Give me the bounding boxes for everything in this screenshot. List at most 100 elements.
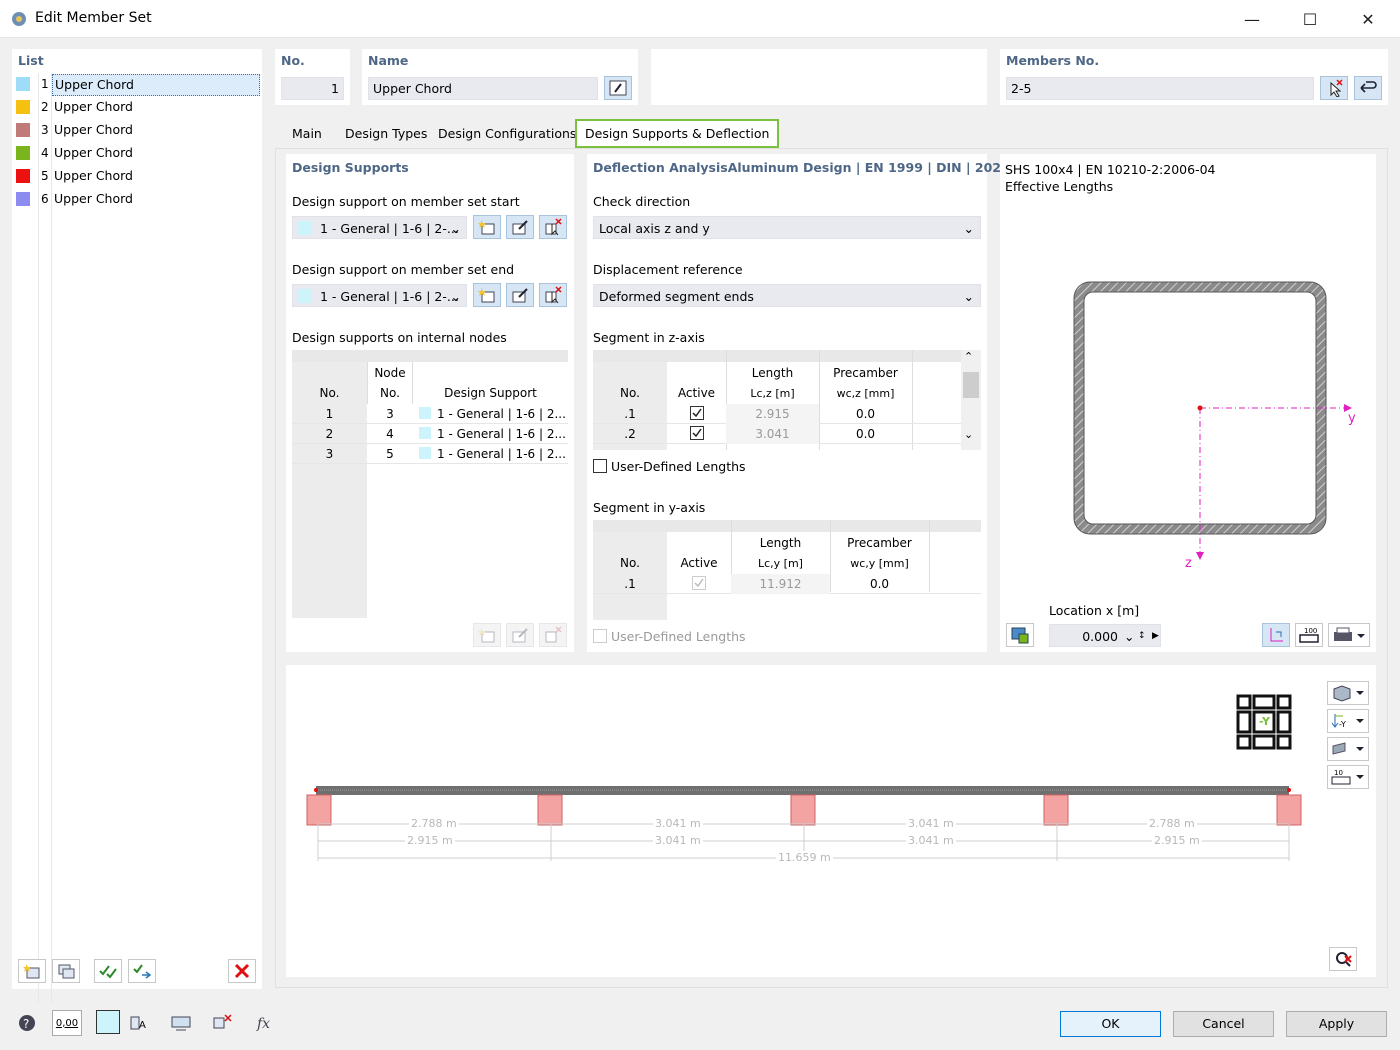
tab-design-supports-deflection[interactable]: Design Supports & Deflection — [575, 119, 779, 148]
row-precamber[interactable]: 0.0 — [819, 407, 912, 421]
dimension-icon[interactable]: 100 — [1295, 623, 1323, 647]
display-icon[interactable] — [166, 1010, 196, 1036]
maximize-button[interactable]: ☐ — [1287, 0, 1333, 38]
list-item[interactable]: 4 Upper Chord — [12, 142, 260, 164]
new-support-icon[interactable] — [473, 283, 501, 307]
list-item[interactable]: 5 Upper Chord — [12, 165, 260, 187]
list-item[interactable]: 2 Upper Chord — [12, 96, 260, 118]
display-mode-icon[interactable] — [1327, 737, 1369, 761]
new-support-icon — [473, 623, 501, 647]
next-icon[interactable]: ▶ — [1152, 625, 1159, 648]
end-support-select[interactable]: 1 - General | 1-6 | 2-...⌄ — [292, 284, 467, 307]
list-item-label: Upper Chord — [52, 189, 260, 211]
pick-support-icon[interactable] — [539, 215, 567, 239]
ok-button[interactable]: OK — [1060, 1011, 1161, 1037]
check-all-icon[interactable] — [94, 959, 122, 983]
user-defined-z-checkbox[interactable] — [593, 459, 607, 473]
edit-name-icon[interactable] — [604, 76, 632, 100]
new-set-icon[interactable] — [18, 959, 46, 983]
location-value: 0.000 — [1082, 629, 1118, 644]
row-precamber[interactable]: 0.0 — [830, 577, 929, 591]
chevron-up-icon[interactable]: ⌃ — [964, 350, 973, 363]
active-checkbox[interactable] — [690, 426, 704, 440]
list-item[interactable]: 3 Upper Chord — [12, 119, 260, 141]
row-length: 11.912 — [731, 574, 830, 594]
apply-button[interactable]: Apply — [1286, 1011, 1387, 1037]
new-support-icon[interactable] — [473, 215, 501, 239]
view-direction-icon[interactable]: -Y — [1327, 709, 1369, 733]
dimension-label: 2.915 m — [405, 834, 455, 847]
help-icon[interactable]: ? — [12, 1010, 42, 1036]
color-swatch[interactable] — [96, 1010, 120, 1034]
section-info-icon[interactable] — [1006, 623, 1034, 647]
list-item[interactable]: 1 Upper Chord — [12, 73, 260, 95]
chevron-down-icon: ⌄ — [964, 217, 974, 240]
view-direction-label: -Y — [1259, 715, 1270, 728]
view-3d-icon[interactable] — [1327, 681, 1369, 705]
dimension-label: 3.041 m — [653, 817, 703, 830]
user-defined-z[interactable]: User-Defined Lengths — [593, 459, 746, 476]
delete-icon[interactable] — [228, 959, 256, 983]
cancel-button[interactable]: Cancel — [1173, 1011, 1274, 1037]
row-number: 1 — [292, 407, 367, 421]
close-button[interactable]: ✕ — [1345, 0, 1391, 38]
name-panel: Name Upper Chord — [362, 49, 638, 105]
svg-text:-Y: -Y — [1339, 720, 1346, 729]
edit-support-icon[interactable] — [506, 283, 534, 307]
formula-icon[interactable]: fx — [250, 1010, 280, 1036]
design-supports-title: Design Supports — [292, 160, 409, 175]
chevron-down-icon[interactable]: ⌄ — [964, 428, 973, 441]
active-checkbox[interactable] — [690, 406, 704, 420]
print-icon[interactable] — [1328, 623, 1370, 647]
row-number: .1 — [593, 407, 667, 421]
table-row[interactable]: 1 3 1 - General | 1-6 | 2... — [292, 404, 568, 424]
chevron-down-icon[interactable]: ⌄ — [1124, 625, 1134, 648]
support-color — [419, 427, 431, 439]
check-direction-select[interactable]: Local axis z and y⌄ — [593, 216, 981, 239]
user-defined-y-checkbox[interactable] — [593, 629, 607, 643]
row-precamber[interactable]: 0.0 — [819, 427, 912, 441]
tab-design-types[interactable]: Design Types — [337, 121, 435, 147]
coordinate-system-icon[interactable] — [1262, 623, 1290, 647]
z-table-scrollbar[interactable]: ⌃ ⌄ — [961, 350, 981, 450]
row-design-support: 1 - General | 1-6 | 2... — [437, 447, 566, 461]
tab-main[interactable]: Main — [284, 121, 330, 147]
name-field[interactable]: Upper Chord — [368, 77, 598, 100]
list-item[interactable]: 6 Upper Chord — [12, 188, 260, 210]
toggle-check-icon[interactable] — [128, 959, 156, 983]
minimize-button[interactable]: — — [1229, 0, 1275, 38]
cross-section-drawing — [1060, 272, 1380, 572]
col-header-lcy: Lc,y [m] — [731, 557, 830, 570]
units-button[interactable]: 0,00 — [52, 1010, 82, 1036]
select-icon[interactable] — [208, 1010, 238, 1036]
scroll-thumb[interactable] — [963, 372, 979, 398]
reverse-icon[interactable] — [1354, 76, 1382, 100]
spin-icon[interactable]: ↕ — [1138, 625, 1146, 648]
end-support-label: Design support on member set end — [292, 262, 514, 277]
user-defined-y[interactable]: User-Defined Lengths — [593, 629, 746, 646]
pick-support-icon[interactable] — [539, 283, 567, 307]
dimension-label: 3.041 m — [906, 834, 956, 847]
displacement-reference-select[interactable]: Deformed segment ends⌄ — [593, 284, 981, 307]
number-field[interactable]: 1 — [281, 77, 344, 100]
table-row[interactable]: .1 11.912 0.0 — [593, 574, 981, 594]
table-row[interactable]: 3 5 1 - General | 1-6 | 2... — [292, 444, 568, 464]
list-item-label: Upper Chord — [52, 74, 260, 96]
reset-view-icon[interactable] — [1329, 947, 1357, 971]
members-field[interactable]: 2-5 — [1006, 77, 1314, 100]
list-item-color — [16, 169, 30, 183]
pick-members-icon[interactable] — [1320, 76, 1348, 100]
row-number: .1 — [593, 577, 667, 591]
col-header-design-support: Design Support — [413, 386, 568, 400]
start-support-select[interactable]: 1 - General | 1-6 | 2-...⌄ — [292, 216, 467, 239]
dimension-toggle-icon[interactable]: 10 — [1327, 765, 1369, 789]
tab-design-configurations[interactable]: Design Configurations — [430, 121, 584, 147]
copy-set-icon[interactable] — [52, 959, 80, 983]
support-color — [419, 407, 431, 419]
table-row[interactable]: 2 4 1 - General | 1-6 | 2... — [292, 424, 568, 444]
table-row[interactable]: .2 3.041 0.0 — [593, 424, 961, 444]
location-field[interactable]: 0.000 ⌄ ↕ ▶ — [1049, 624, 1161, 647]
table-row[interactable]: .1 2.915 0.0 — [593, 404, 961, 424]
rename-icon[interactable]: A — [124, 1010, 154, 1036]
edit-support-icon[interactable] — [506, 215, 534, 239]
